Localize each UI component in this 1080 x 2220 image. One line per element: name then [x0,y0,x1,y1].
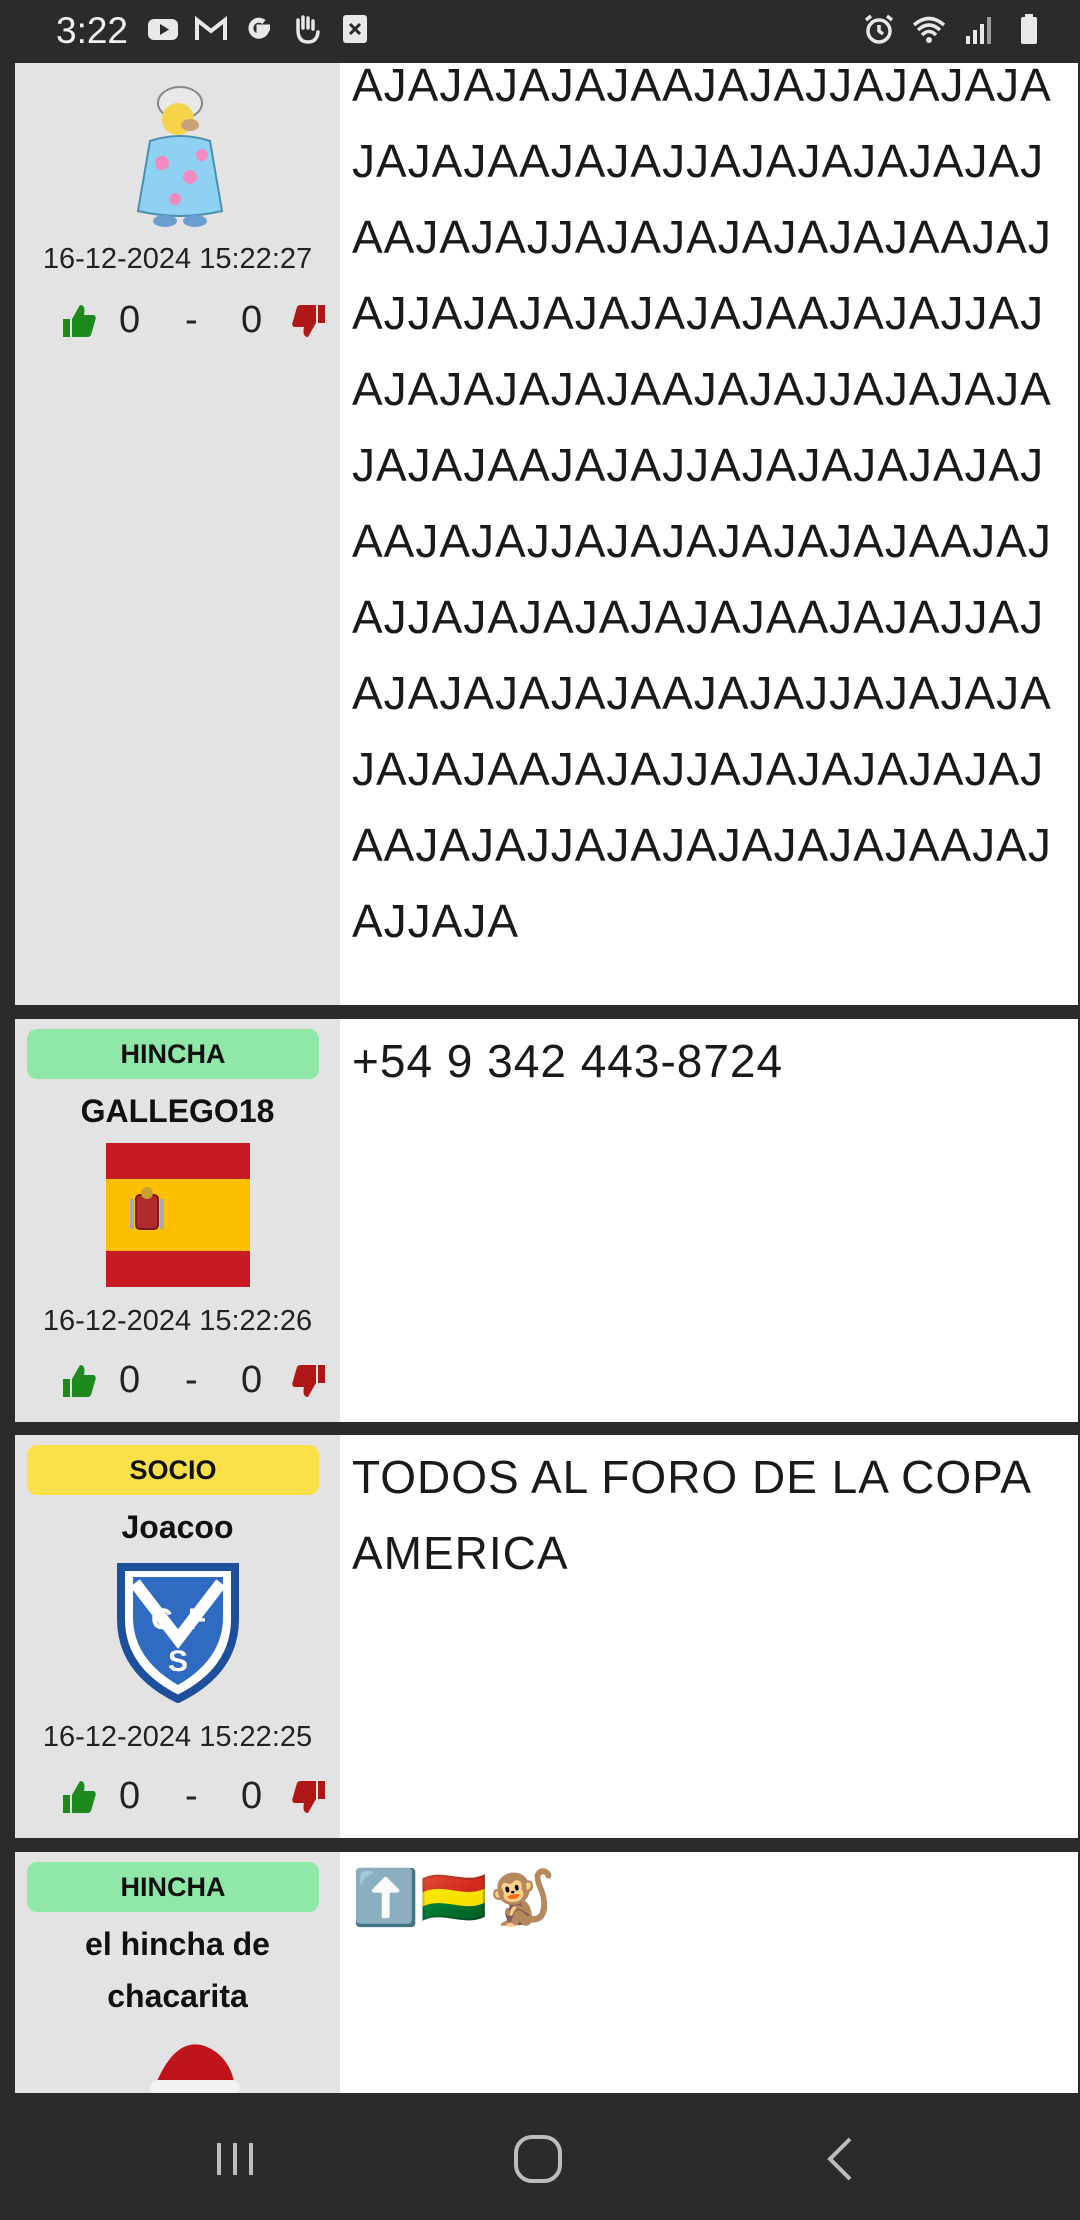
home-button[interactable] [510,2131,566,2187]
clock: 3:22 [56,10,129,51]
vote-bar: 0 - 0 [45,1355,325,1405]
downvote-count: 0 [241,1774,263,1817]
user-rank-badge: HINCHA [27,1029,319,1079]
svg-text:C: C [151,1603,173,1636]
post-body: +54 9 342 443-8724 [340,1019,1078,1422]
thumbs-down-icon[interactable] [289,1777,329,1817]
vote-separator: - [185,1358,198,1401]
downvote-count: 0 [241,298,263,341]
thumbs-up-icon[interactable] [59,1361,99,1401]
santa-hat-avatar [150,2044,240,2093]
user-rank-badge: SOCIO [27,1445,319,1495]
upvote-count: 0 [119,1774,141,1817]
gmail-icon [195,15,227,40]
post-author-panel: HINCHA GALLEGO18 16-12-2024 15:22:26 0 -… [15,1019,340,1422]
thumbs-up-icon[interactable] [59,301,99,341]
thumbs-down-icon[interactable] [289,301,329,341]
post-text: ⬆️🇧🇴🐒 [352,1868,557,1928]
back-button[interactable] [814,2131,870,2187]
post-1: 16-12-2024 15:22:27 0 - 0 AJAJAJAJAJAAJA… [15,63,1078,1005]
system-icons [862,12,1046,46]
user-rank-badge: HINCHA [27,1862,319,1912]
post-timestamp: 16-12-2024 15:22:27 [42,243,313,275]
username[interactable]: el hincha de chacarita [15,1918,340,2022]
upvote-count: 0 [119,298,141,341]
user-avatar [136,86,224,227]
username[interactable]: Joacoo [15,1501,340,1553]
vote-bar: 0 - 0 [45,1771,325,1821]
post-author-panel: HINCHA el hincha de chacarita [15,1852,340,2093]
close-box-icon [343,15,367,43]
signal-icon [966,17,991,44]
battery-icon [1021,14,1037,44]
recent-apps-button[interactable] [207,2131,263,2187]
notification-icons [146,12,372,46]
wifi-icon [912,16,946,43]
thumbs-down-icon[interactable] [289,1361,329,1401]
vote-separator: - [185,298,198,341]
post-author-panel: SOCIO Joacoo C S F 16-12-2024 15:22:25 0… [15,1435,340,1838]
google-icon [248,17,271,39]
post-timestamp: 16-12-2024 15:22:25 [42,1721,313,1753]
vote-separator: - [185,1774,198,1817]
alarm-icon [864,14,894,44]
post-text: TODOS AL FORO DE LA COPA AMERICA [352,1451,1030,1579]
username[interactable]: GALLEGO18 [15,1085,340,1137]
velez-crest-avatar: C S F [117,1563,239,1703]
post-body: TODOS AL FORO DE LA COPA AMERICA [340,1435,1078,1838]
forum-thread[interactable]: 16-12-2024 15:22:27 0 - 0 AJAJAJAJAJAAJA… [0,63,1080,2093]
post-timestamp: 16-12-2024 15:22:26 [42,1305,313,1337]
hand-icon [296,15,320,44]
spain-flag-avatar [106,1143,250,1287]
downvote-count: 0 [241,1358,263,1401]
svg-text:S: S [168,1645,188,1678]
upvote-count: 0 [119,1358,141,1401]
post-author-panel: 16-12-2024 15:22:27 0 - 0 [15,63,340,1005]
post-body: AJAJAJAJAJAAJAJAJJAJAJAJAJAJAJAAJAJAJJAJ… [340,63,1078,1005]
svg-text:F: F [188,1603,206,1636]
post-2: HINCHA GALLEGO18 16-12-2024 15:22:26 0 -… [15,1019,1078,1422]
youtube-icon [148,19,178,40]
post-body: ⬆️🇧🇴🐒 [340,1852,1078,2093]
vote-bar: 0 - 0 [45,295,325,345]
status-bar: 3:22 [0,0,1080,63]
post-4: HINCHA el hincha de chacarita ⬆️🇧🇴🐒 [15,1852,1078,2093]
system-navigation-bar [0,2093,1080,2220]
post-text: AJAJAJAJAJAAJAJAJJAJAJAJAJAJAJAAJAJAJJAJ… [352,63,1052,947]
post-3: SOCIO Joacoo C S F 16-12-2024 15:22:25 0… [15,1435,1078,1838]
post-text: +54 9 342 443-8724 [352,1035,784,1087]
thumbs-up-icon[interactable] [59,1777,99,1817]
